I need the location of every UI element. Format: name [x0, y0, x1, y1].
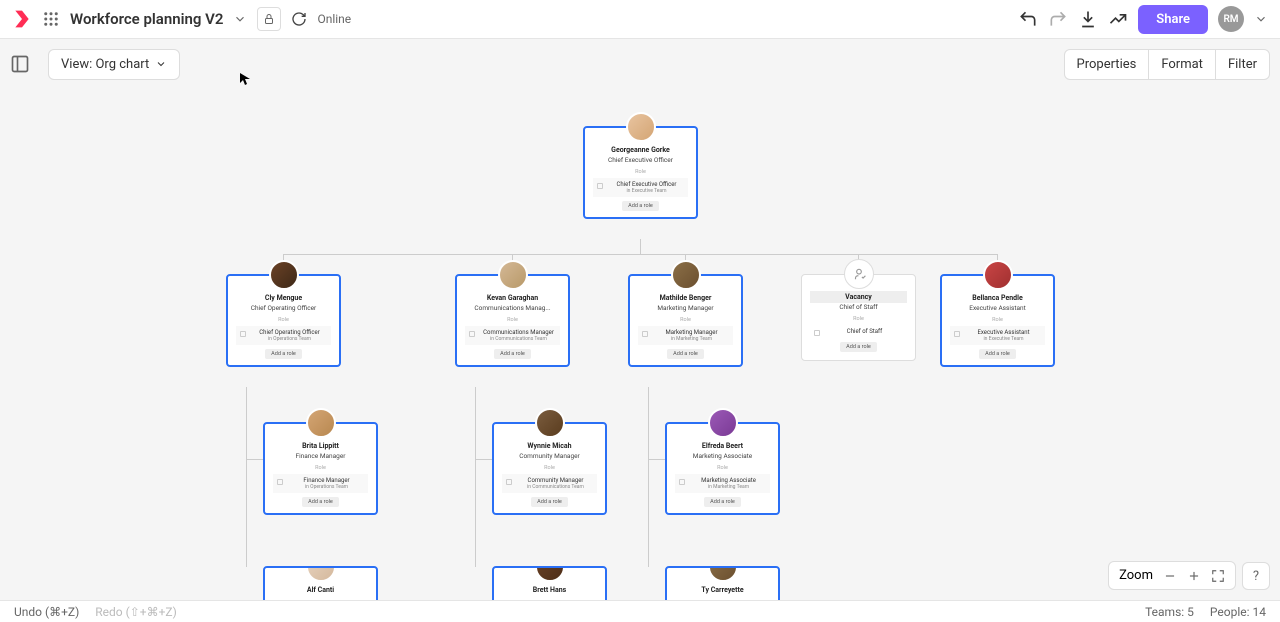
add-role-button[interactable]: Add a role: [531, 497, 568, 507]
user-chevron-icon[interactable]: [1254, 12, 1268, 26]
org-card-row4-a[interactable]: Alf Canti: [263, 566, 378, 600]
avatar: [498, 260, 528, 290]
add-role-button[interactable]: Add a role: [840, 342, 877, 352]
teams-count: Teams: 5: [1145, 605, 1194, 619]
role-box[interactable]: Finance Managerin Operations Team: [273, 474, 368, 493]
role-checkbox[interactable]: [642, 331, 648, 337]
app-header: Workforce planning V2 Online Share RM: [0, 0, 1280, 39]
role-box[interactable]: Chief Executive Officerin Executive Team: [593, 178, 688, 197]
zoom-in-icon[interactable]: [1187, 569, 1201, 583]
role-checkbox[interactable]: [240, 331, 246, 337]
document-title[interactable]: Workforce planning V2: [70, 10, 223, 28]
role-checkbox[interactable]: [597, 183, 603, 189]
panel-toggle-icon[interactable]: [10, 54, 30, 74]
avatar: [671, 260, 701, 290]
share-button[interactable]: Share: [1138, 5, 1208, 34]
role-checkbox[interactable]: [679, 479, 685, 485]
org-card-marketing[interactable]: Mathilde Benger Marketing Manager Role M…: [628, 274, 743, 367]
role-box[interactable]: Executive Assistantin Executive Team: [950, 326, 1045, 345]
user-avatar[interactable]: RM: [1218, 6, 1244, 32]
online-status: Online: [317, 12, 351, 26]
add-role-button[interactable]: Add a role: [302, 497, 339, 507]
card-name: Georgeanne Gorke: [585, 144, 696, 156]
view-label: View: Org chart: [61, 57, 149, 72]
avatar: [535, 566, 565, 582]
avatar: [983, 260, 1013, 290]
undo-icon[interactable]: [1018, 9, 1038, 29]
lock-button[interactable]: [257, 7, 281, 31]
cursor-icon: [240, 73, 252, 85]
apps-menu-icon[interactable]: [42, 10, 60, 28]
card-title: Chief Executive Officer: [585, 156, 696, 168]
add-role-button[interactable]: Add a role: [622, 201, 659, 211]
role-box[interactable]: Chief of Staff: [810, 325, 907, 338]
role-checkbox[interactable]: [469, 331, 475, 337]
avatar: [306, 566, 336, 582]
org-card-community[interactable]: Wynnie Micah Community Manager Role Comm…: [492, 422, 607, 515]
zoom-label: Zoom: [1119, 568, 1153, 583]
role-box[interactable]: Marketing Managerin Marketing Team: [638, 326, 733, 345]
sync-icon[interactable]: [291, 11, 307, 27]
fullscreen-icon[interactable]: [1211, 569, 1225, 583]
app-logo: [12, 9, 32, 29]
add-role-button[interactable]: Add a role: [979, 349, 1016, 359]
role-checkbox[interactable]: [954, 331, 960, 337]
format-button[interactable]: Format: [1149, 49, 1215, 80]
add-role-button[interactable]: Add a role: [704, 497, 741, 507]
role-box[interactable]: Marketing Associatein Marketing Team: [675, 474, 770, 493]
download-icon[interactable]: [1078, 9, 1098, 29]
add-role-button[interactable]: Add a role: [667, 349, 704, 359]
people-count: People: 14: [1210, 605, 1266, 619]
chevron-down-icon[interactable]: [233, 12, 247, 26]
org-chart-canvas[interactable]: Georgeanne Gorke Chief Executive Officer…: [0, 89, 1280, 600]
org-card-finance[interactable]: Brita Lippitt Finance Manager Role Finan…: [263, 422, 378, 515]
role-box[interactable]: Community Managerin Communications Team: [502, 474, 597, 493]
zoom-panel: Zoom: [1108, 561, 1236, 590]
avatar: [269, 260, 299, 290]
redo-icon[interactable]: [1048, 9, 1068, 29]
avatar: [306, 408, 336, 438]
role-checkbox[interactable]: [506, 479, 512, 485]
add-role-button[interactable]: Add a role: [265, 349, 302, 359]
role-label: Role: [585, 168, 696, 176]
view-selector[interactable]: View: Org chart: [48, 49, 180, 80]
org-card-vacancy[interactable]: Vacancy Chief of Staff Role Chief of Sta…: [801, 274, 916, 361]
properties-button[interactable]: Properties: [1064, 49, 1150, 80]
avatar: [708, 566, 738, 582]
avatar: [626, 112, 656, 142]
filter-button[interactable]: Filter: [1215, 49, 1270, 80]
zoom-out-icon[interactable]: [1163, 569, 1177, 583]
org-card-row4-c[interactable]: Ty Carreyette: [665, 566, 780, 600]
status-bar: Undo (⌘+Z) Redo (⇧+⌘+Z) Teams: 5 People:…: [0, 600, 1280, 622]
undo-hint[interactable]: Undo (⌘+Z): [14, 605, 79, 619]
toolbar: View: Org chart Properties Format Filter: [0, 39, 1280, 89]
role-checkbox[interactable]: [277, 479, 283, 485]
org-card-coo[interactable]: Cly Mengue Chief Operating Officer Role …: [226, 274, 341, 367]
avatar-empty: [844, 259, 874, 289]
help-button[interactable]: ?: [1242, 562, 1270, 590]
org-card-row4-b[interactable]: Brett Hans: [492, 566, 607, 600]
add-role-button[interactable]: Add a role: [494, 349, 531, 359]
avatar: [535, 408, 565, 438]
org-card-ea[interactable]: Bellanca Pendle Executive Assistant Role…: [940, 274, 1055, 367]
activity-icon[interactable]: [1108, 9, 1128, 29]
org-card-ceo[interactable]: Georgeanne Gorke Chief Executive Officer…: [583, 126, 698, 219]
redo-hint[interactable]: Redo (⇧+⌘+Z): [95, 605, 177, 619]
avatar: [708, 408, 738, 438]
org-card-comms[interactable]: Kevan Garaghan Communications Manag... R…: [455, 274, 570, 367]
role-box[interactable]: Communications Managerin Communications …: [465, 326, 560, 345]
org-card-mkt-assoc[interactable]: Elfreda Beert Marketing Associate Role M…: [665, 422, 780, 515]
role-checkbox[interactable]: [814, 330, 820, 336]
role-box[interactable]: Chief Operating Officerin Operations Tea…: [236, 326, 331, 345]
